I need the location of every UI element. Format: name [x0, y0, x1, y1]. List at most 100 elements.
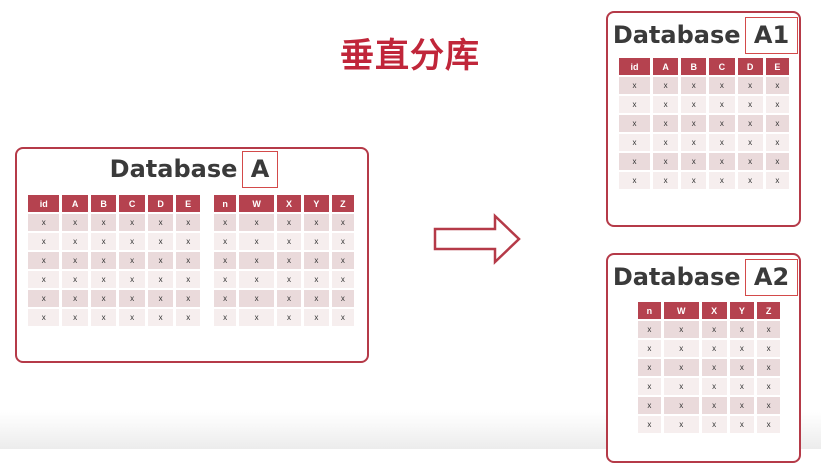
table-row: xxxxxx — [28, 271, 200, 288]
right-arrow-icon — [433, 213, 521, 265]
table-row: xxxxxx — [619, 134, 789, 151]
table-cell: x — [652, 153, 679, 170]
table-cell: x — [737, 153, 763, 170]
table-header-row: nWXYZ — [214, 195, 354, 212]
table-row: xxxxxx — [619, 96, 789, 113]
table-cell: x — [681, 172, 707, 189]
table-cell: x — [765, 115, 789, 132]
database-a1-title: Database A1 — [608, 20, 799, 50]
column-header: X — [701, 302, 727, 319]
table-cell: x — [28, 214, 60, 231]
table-cell: x — [304, 309, 329, 326]
table-row: xxxxxx — [619, 115, 789, 132]
table-cell: x — [701, 397, 727, 414]
column-header: A — [62, 195, 88, 212]
table-cell: x — [214, 214, 237, 231]
table-cell: x — [331, 290, 354, 307]
table-row: xxxxx — [214, 252, 354, 269]
column-header: Y — [304, 195, 329, 212]
database-a-title: Database A — [17, 154, 367, 184]
database-a2-title: Database A2 — [608, 262, 799, 292]
table-cell: x — [638, 416, 661, 433]
table-cell: x — [147, 290, 174, 307]
table-cell: x — [304, 271, 329, 288]
table-cell: x — [757, 416, 780, 433]
table-cell: x — [147, 252, 174, 269]
table-cell: x — [147, 271, 174, 288]
table-cell: x — [176, 252, 200, 269]
table-cell: x — [709, 134, 735, 151]
table-cell: x — [737, 77, 763, 94]
table-cell: x — [331, 214, 354, 231]
table-cell: x — [331, 271, 354, 288]
table-cell: x — [619, 153, 650, 170]
table-cell: x — [28, 271, 60, 288]
database-a1-title-prefix: Database — [612, 21, 749, 49]
database-a-table-2: nWXYZxxxxxxxxxxxxxxxxxxxxxxxxxxxxxx — [211, 193, 357, 328]
table-cell: x — [765, 77, 789, 94]
column-header: A — [652, 58, 679, 75]
table-cell: x — [276, 233, 302, 250]
table-cell: x — [239, 290, 274, 307]
column-header: B — [90, 195, 117, 212]
table-cell: x — [147, 214, 174, 231]
table-cell: x — [757, 378, 780, 395]
table-cell: x — [709, 153, 735, 170]
table-cell: x — [652, 115, 679, 132]
column-header: n — [214, 195, 237, 212]
table-row: xxxxxx — [619, 153, 789, 170]
table-cell: x — [276, 252, 302, 269]
column-header: W — [239, 195, 274, 212]
database-a1-table: id A B C D Ex x x x x x x x x x x x x x x x x x x x x x x x x x x x x x x x x… — [616, 56, 792, 191]
table-cell: x — [652, 77, 679, 94]
table-cell: x — [119, 290, 145, 307]
table-cell: x — [765, 134, 789, 151]
database-a2-box: Database A2 nWXYZxxxxxxxxxxxxxxxxxxxxxxx… — [606, 253, 801, 463]
column-header: D — [147, 195, 174, 212]
database-a1-title-suffix: A1 — [749, 21, 794, 49]
column-header: X — [276, 195, 302, 212]
table-cell: x — [62, 252, 88, 269]
column-header: B — [681, 58, 707, 75]
table-cell: x — [119, 309, 145, 326]
table-cell: x — [681, 153, 707, 170]
column-header: C — [119, 195, 145, 212]
table-cell: x — [214, 252, 237, 269]
table-cell: x — [331, 233, 354, 250]
table-cell: x — [701, 321, 727, 338]
table-row: xxxxxx — [28, 214, 200, 231]
table-cell: x — [709, 77, 735, 94]
table-cell: x — [638, 397, 661, 414]
table-cell: x — [757, 321, 780, 338]
table-cell: x — [663, 416, 699, 433]
table-row: xxxxx — [214, 214, 354, 231]
table-cell: x — [147, 233, 174, 250]
table-cell: x — [729, 359, 755, 376]
table-cell: x — [663, 321, 699, 338]
database-a2-title-prefix: Database — [612, 263, 749, 291]
column-header: id — [28, 195, 60, 212]
table-cell: x — [176, 290, 200, 307]
table-cell: x — [729, 397, 755, 414]
table-cell: x — [331, 309, 354, 326]
table-cell: x — [619, 172, 650, 189]
column-header: Y — [729, 302, 755, 319]
table-cell: x — [663, 340, 699, 357]
table-cell: x — [239, 214, 274, 231]
table-cell: x — [757, 340, 780, 357]
database-a-title-prefix: Database — [109, 155, 246, 183]
table-cell: x — [619, 115, 650, 132]
table-cell: x — [304, 252, 329, 269]
table-cell: x — [638, 321, 661, 338]
table-cell: x — [663, 378, 699, 395]
table-cell: x — [765, 172, 789, 189]
table-cell: x — [62, 214, 88, 231]
table-cell: x — [729, 416, 755, 433]
table-row: xxxxx — [638, 340, 780, 357]
table-cell: x — [729, 340, 755, 357]
table-cell: x — [304, 290, 329, 307]
table-cell: x — [62, 290, 88, 307]
table-cell: x — [214, 290, 237, 307]
table-cell: x — [214, 309, 237, 326]
table-cell: x — [765, 96, 789, 113]
